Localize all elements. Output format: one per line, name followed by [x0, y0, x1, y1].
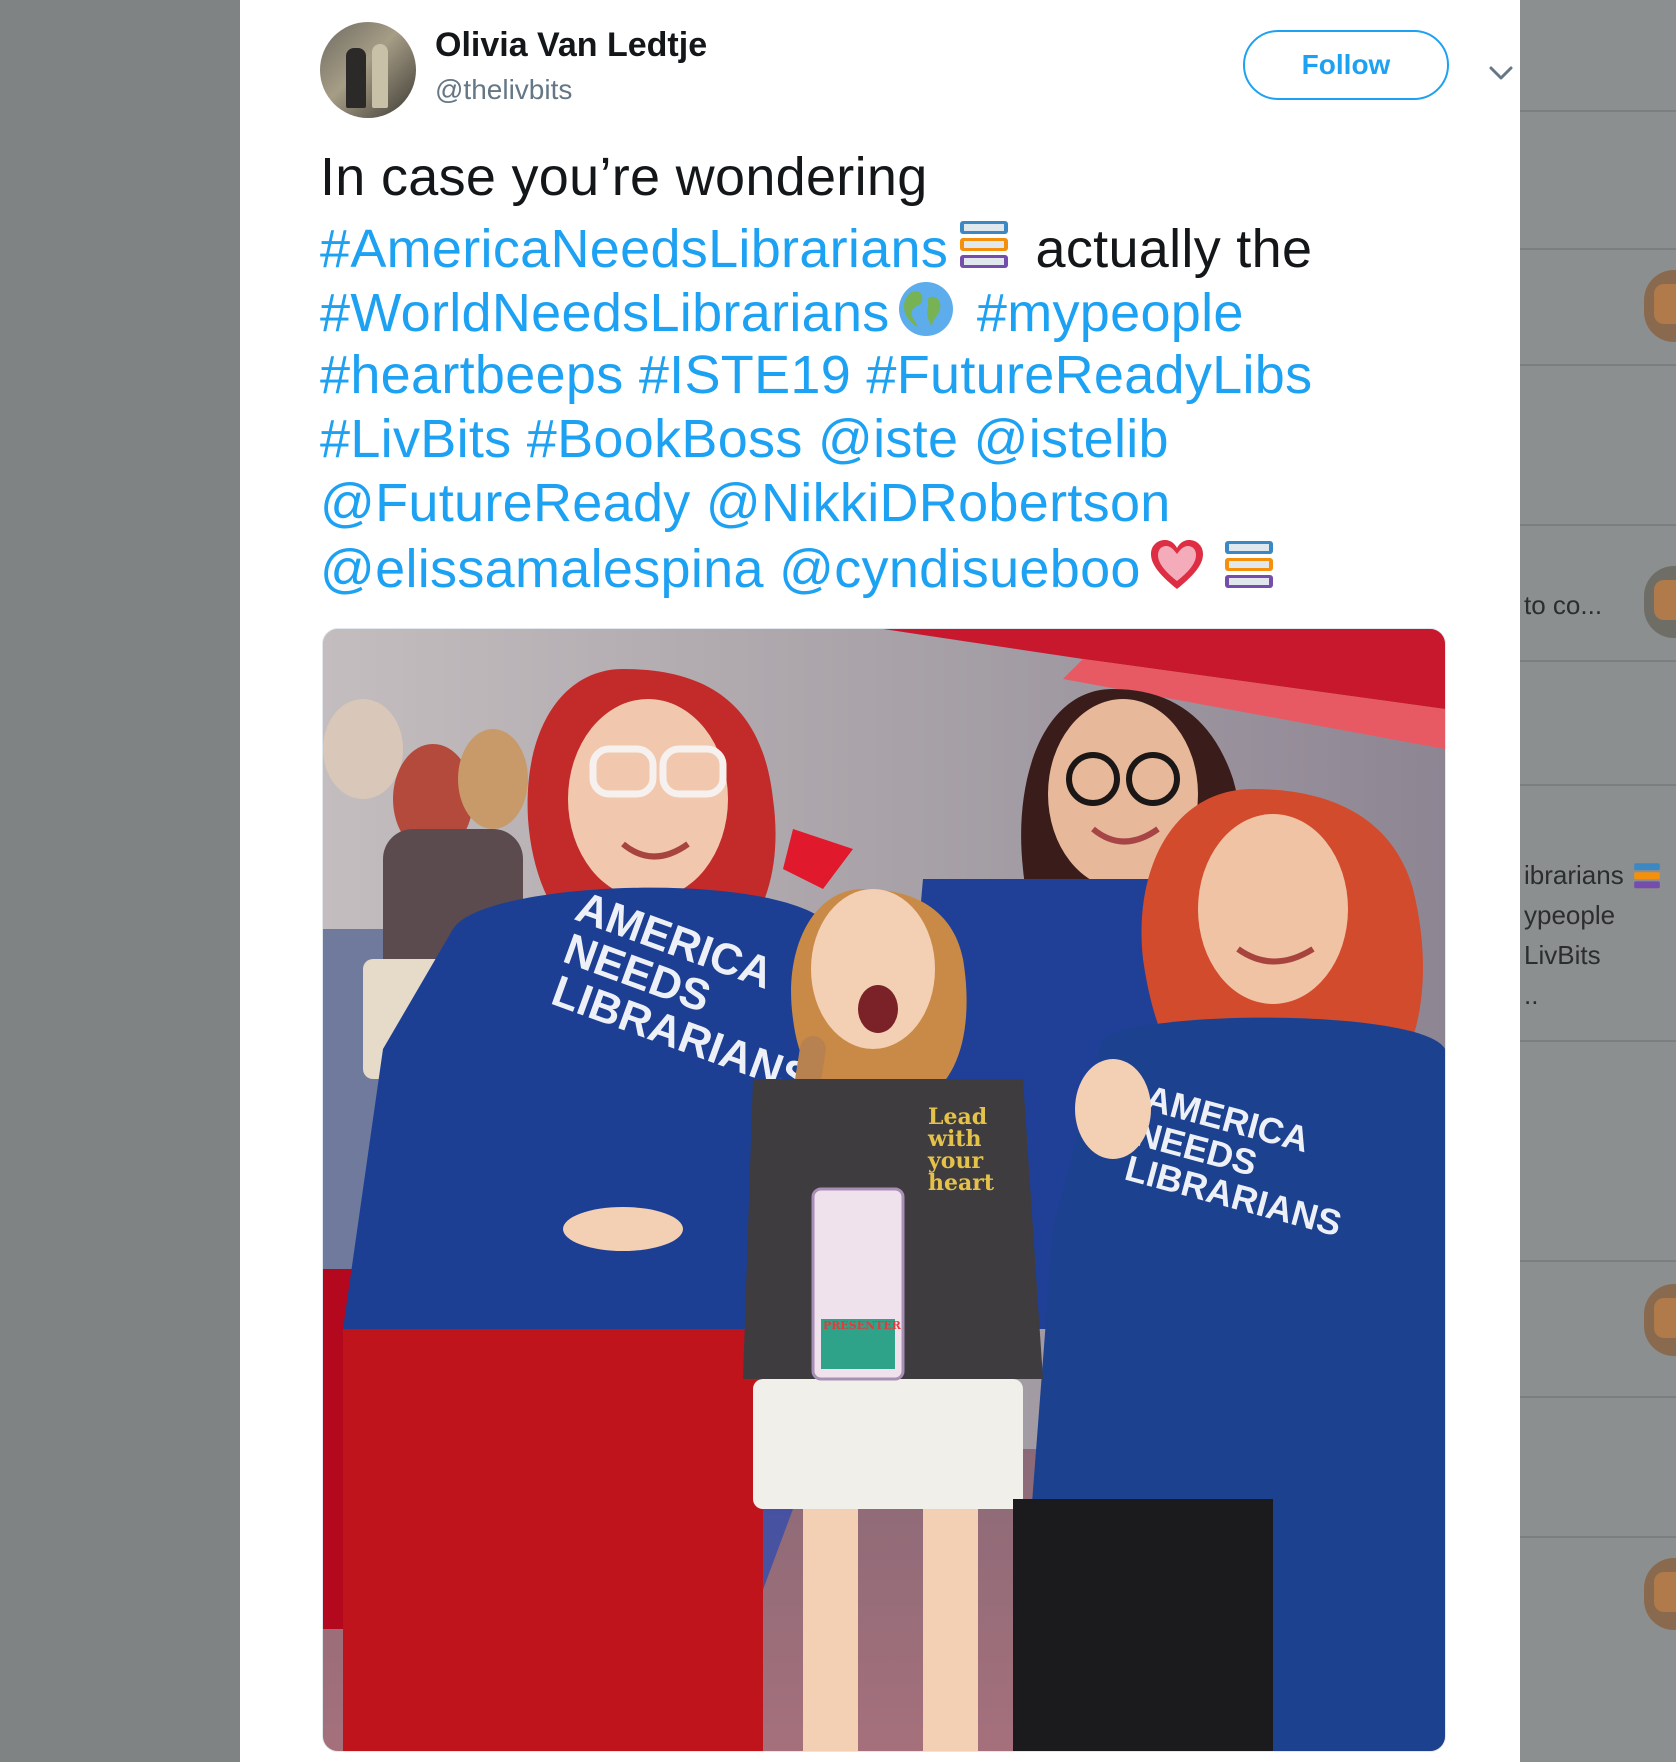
timeline-snippet: ibrarians	[1524, 860, 1663, 899]
books-emoji	[954, 215, 1014, 289]
hashtag-mention-link[interactable]: #mypeople	[962, 283, 1244, 343]
timeline-snippet: ypeople	[1524, 900, 1616, 930]
tweet-text-line: #WorldNeedsLibrarians #mypeople	[320, 279, 1370, 343]
child-shirt-text: heart	[928, 1170, 995, 1196]
timeline-divider	[1520, 248, 1676, 250]
tweet-text-line: @elissamalespina @cyndisueboo	[320, 535, 1370, 599]
timeline-divider	[1520, 364, 1676, 366]
author-display-name[interactable]: Olivia Van Ledtje	[435, 26, 707, 65]
timeline-divider	[1520, 524, 1676, 526]
timeline-snippet: LivBits	[1524, 940, 1601, 970]
tweet-plain-text: In case you’re wondering	[320, 147, 928, 207]
hashtag-mention-link[interactable]: #LivBits #BookBoss @iste @istelib	[320, 409, 1169, 469]
timeline-divider	[1520, 110, 1676, 112]
tweet-text-line: #heartbeeps #ISTE19 #FutureReadyLibs	[320, 343, 1370, 407]
heart-emoji	[1147, 535, 1207, 609]
chevron-down-icon[interactable]	[1486, 58, 1516, 88]
hashtag-mention-link[interactable]: #AmericaNeedsLibrarians	[320, 219, 948, 279]
timeline-divider	[1520, 1040, 1676, 1042]
tweet-modal: Olivia Van Ledtje @thelivbits Follow In …	[240, 0, 1520, 1762]
author-handle[interactable]: @thelivbits	[435, 74, 572, 106]
tweet-text-line: #AmericaNeedsLibrarians actually the	[320, 215, 1370, 279]
timeline-divider	[1520, 660, 1676, 662]
books-emoji	[1631, 860, 1663, 899]
timeline-divider	[1520, 1396, 1676, 1398]
avatar[interactable]	[320, 22, 416, 118]
tweet-text-line: @FutureReady @NikkiDRobertson	[320, 471, 1370, 535]
hashtag-mention-link[interactable]: @FutureReady @NikkiDRobertson	[320, 473, 1171, 533]
avatar-figure	[346, 48, 366, 108]
hashtag-mention-link[interactable]: @elissamalespina @cyndisueboo	[320, 539, 1141, 599]
timeline-divider	[1520, 1536, 1676, 1538]
timeline-divider	[1520, 784, 1676, 786]
books-emoji	[1219, 535, 1279, 609]
timeline-divider	[1520, 1260, 1676, 1262]
hashtag-mention-link[interactable]: #WorldNeedsLibrarians	[320, 283, 890, 343]
globe-americas-emoji	[896, 279, 956, 353]
badge-text: PRESENTER	[823, 1319, 902, 1332]
avatar-figure	[372, 44, 388, 108]
timeline-snippet: ..	[1524, 980, 1539, 1010]
tweet-photo[interactable]: AMERICA NEEDS LIBRARIANS AMERICA NEEDS L…	[322, 628, 1446, 1752]
tweet-header: Olivia Van Ledtje @thelivbits Follow	[320, 22, 1513, 122]
tweet-text-line: #LivBits #BookBoss @iste @istelib	[320, 407, 1370, 471]
follow-button[interactable]: Follow	[1243, 30, 1449, 100]
tweet-plain-text: actually the	[1020, 219, 1313, 279]
timeline-snippet: to co...	[1524, 590, 1603, 620]
hashtag-mention-link[interactable]: #heartbeeps #ISTE19 #FutureReadyLibs	[320, 345, 1312, 405]
tweet-text: In case you’re wondering #AmericaNeedsLib…	[320, 145, 1370, 599]
tweet-text-line: In case you’re wondering	[320, 145, 1370, 215]
